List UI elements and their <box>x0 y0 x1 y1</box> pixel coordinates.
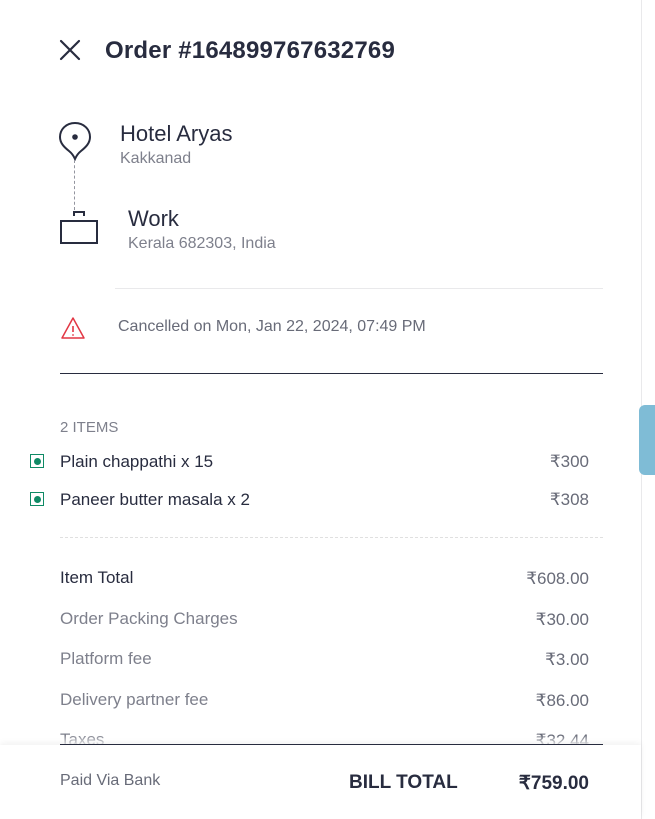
cancellation-status: Cancelled on Mon, Jan 22, 2024, 07:49 PM <box>118 318 426 335</box>
item-name: Plain chappathi x 15 <box>60 452 214 471</box>
order-details-panel: Order #164899767632769 Hotel Aryas Kakka… <box>0 0 642 819</box>
bill-divider <box>60 537 603 538</box>
bill-row-label: Item Total <box>60 568 134 587</box>
scrollbar-thumb[interactable] <box>639 405 655 475</box>
pickup-area: Kakkanad <box>120 150 192 167</box>
briefcase-icon <box>59 210 99 251</box>
bill-row-label: Platform fee <box>60 649 152 668</box>
pickup-name: Hotel Aryas <box>120 121 233 146</box>
bill-row-value: ₹86.00 <box>535 691 589 710</box>
bill-row-value: ₹30.00 <box>535 610 589 629</box>
items-count: 2 ITEMS <box>60 419 119 436</box>
bill-row-label: Delivery partner fee <box>60 690 209 709</box>
drop-name: Work <box>128 206 179 231</box>
veg-icon <box>30 492 44 506</box>
map-pin-icon <box>58 121 92 166</box>
bill-row-value: ₹608.00 <box>526 569 589 588</box>
payment-method: Paid Via Bank <box>60 772 161 789</box>
item-price: ₹308 <box>549 490 589 509</box>
item-price: ₹300 <box>549 452 589 471</box>
footer-divider <box>60 744 603 745</box>
bill-row-value: ₹3.00 <box>545 650 589 669</box>
bill-row-label: Order Packing Charges <box>60 609 238 628</box>
drop-address: Kerala 682303, India <box>128 235 276 252</box>
order-title: Order #164899767632769 <box>105 37 395 64</box>
warning-icon <box>60 316 86 345</box>
bill-total-label: BILL TOTAL <box>349 772 458 793</box>
section-divider <box>60 373 603 374</box>
bill-total-value: ₹759.00 <box>518 773 589 794</box>
veg-icon <box>30 454 44 468</box>
item-name: Paneer butter masala x 2 <box>60 490 250 509</box>
close-icon[interactable] <box>57 37 85 65</box>
route-connector <box>74 160 75 210</box>
section-divider <box>115 288 603 289</box>
